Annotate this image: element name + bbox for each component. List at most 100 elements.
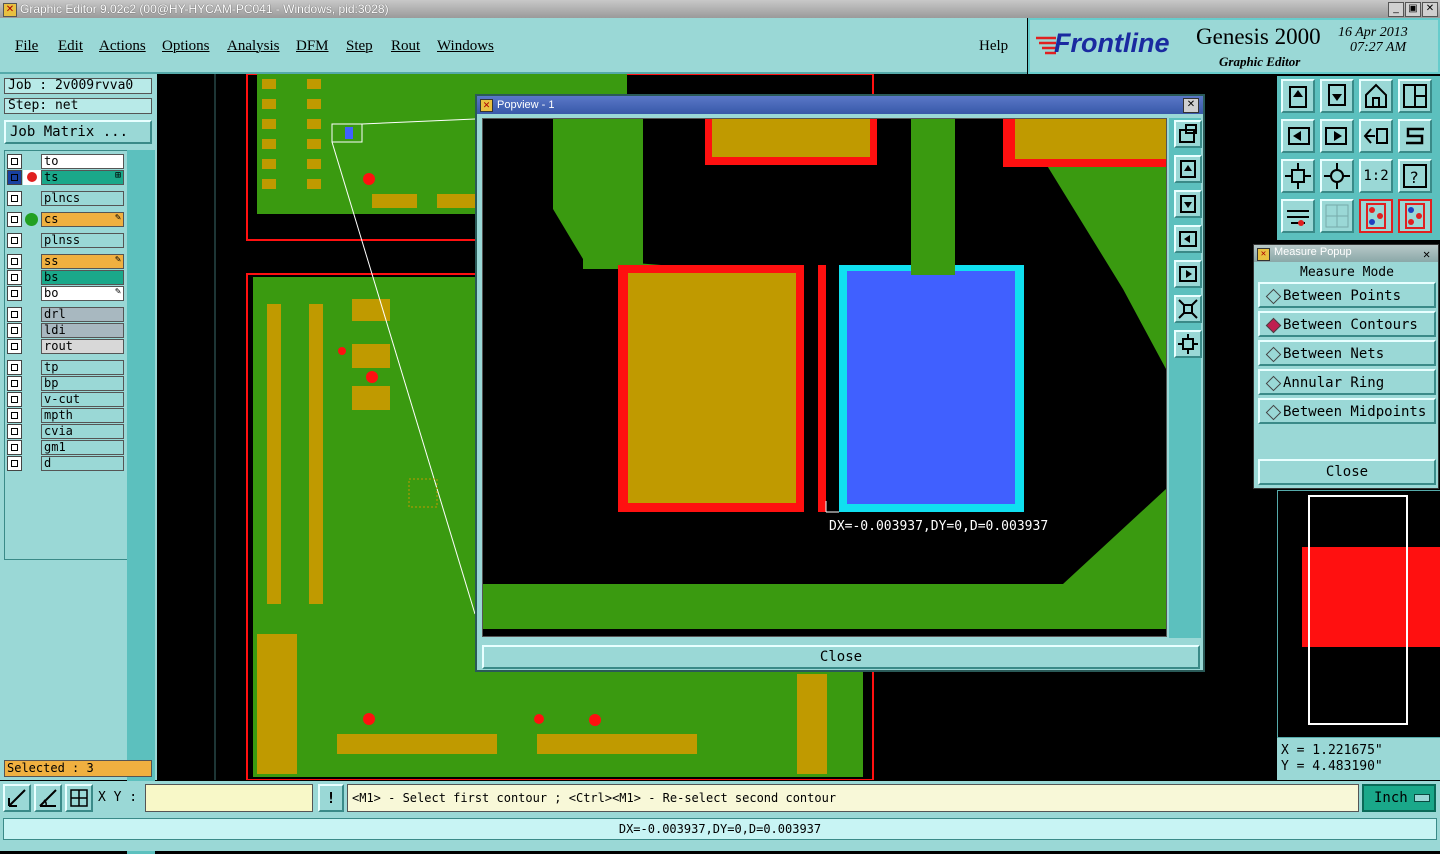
menu-step[interactable]: Step: [346, 38, 373, 55]
menu-options[interactable]: Options: [162, 38, 210, 55]
help-query-icon[interactable]: ?: [1398, 159, 1432, 193]
grid-icon[interactable]: [1320, 199, 1354, 233]
layer-row-ts[interactable]: ts ⊞: [7, 170, 124, 185]
pan-left-icon[interactable]: [1174, 225, 1202, 253]
layer-name[interactable]: gm1: [41, 440, 124, 455]
menu-actions[interactable]: Actions: [99, 38, 146, 55]
home-view-icon[interactable]: [1359, 79, 1393, 113]
layer-name[interactable]: bp: [41, 376, 124, 391]
pan-right-icon[interactable]: [1174, 260, 1202, 288]
layer-name[interactable]: plnss: [41, 233, 124, 248]
menu-edit[interactable]: Edit: [58, 38, 83, 55]
layer-checkbox[interactable]: [7, 440, 22, 455]
zoom-home-icon[interactable]: [1281, 159, 1315, 193]
layer-name[interactable]: rout: [41, 339, 124, 354]
pan-down-view-icon[interactable]: [1320, 79, 1354, 113]
layer-row-bp[interactable]: bp: [7, 376, 124, 391]
measure-option-between-points[interactable]: Between Points: [1258, 282, 1436, 308]
menu-windows[interactable]: Windows: [437, 38, 494, 55]
layer-name[interactable]: bo: [41, 286, 124, 301]
layer-name[interactable]: cvia: [41, 424, 124, 439]
pan-up-icon[interactable]: [1174, 155, 1202, 183]
layer-checkbox[interactable]: [7, 154, 22, 169]
menu-help[interactable]: Help: [979, 38, 1008, 55]
snap-mode-icon[interactable]: [3, 784, 31, 812]
layer-checkbox[interactable]: [7, 323, 22, 338]
popview-close-x-button[interactable]: ✕: [1183, 98, 1199, 113]
layer-checkbox[interactable]: [7, 339, 22, 354]
net-compare-icon[interactable]: [1398, 199, 1432, 233]
layer-checkbox[interactable]: [7, 254, 22, 269]
menu-dfm[interactable]: DFM: [296, 38, 329, 55]
xy-input[interactable]: [145, 784, 313, 812]
layer-checkbox[interactable]: [7, 376, 22, 391]
layer-checkbox[interactable]: [7, 424, 22, 439]
units-selector[interactable]: Inch: [1362, 784, 1436, 812]
overview-map[interactable]: [1277, 490, 1440, 738]
popview-canvas[interactable]: DX=-0.003937,DY=0,D=0.003937: [482, 118, 1167, 637]
measure-option-annular-ring[interactable]: Annular Ring: [1258, 369, 1436, 395]
measure-popup-close-x-button[interactable]: ✕: [1423, 247, 1430, 261]
measure-option-between-midpoints[interactable]: Between Midpoints: [1258, 398, 1436, 424]
pan-up-view-icon[interactable]: [1281, 79, 1315, 113]
layer-checkbox[interactable]: [7, 191, 22, 206]
job-matrix-button[interactable]: Job Matrix ...: [4, 120, 152, 144]
layer-checkbox[interactable]: [7, 270, 22, 285]
layer-checkbox[interactable]: [7, 307, 22, 322]
layer-row-mpth[interactable]: mpth: [7, 408, 124, 423]
zoom-in-icon[interactable]: [1174, 295, 1202, 323]
pan-left-view-icon[interactable]: [1281, 119, 1315, 153]
layer-row-drl[interactable]: drl: [7, 307, 124, 322]
zoom-center-icon[interactable]: [1320, 159, 1354, 193]
layer-row-plnss[interactable]: plnss: [7, 233, 124, 248]
menu-analysis[interactable]: Analysis: [227, 38, 280, 55]
layer-row-cs[interactable]: cs ✎: [7, 212, 124, 227]
layer-row-rout[interactable]: rout: [7, 339, 124, 354]
layer-row-tp[interactable]: tp: [7, 360, 124, 375]
layer-name[interactable]: cs: [41, 212, 124, 227]
layer-row-v-cut[interactable]: v-cut: [7, 392, 124, 407]
layer-row-d[interactable]: d: [7, 456, 124, 471]
layer-checkbox[interactable]: [7, 456, 22, 471]
layer-name[interactable]: bs: [41, 270, 124, 285]
layer-name[interactable]: drl: [41, 307, 124, 322]
layer-name[interactable]: ss: [41, 254, 124, 269]
alert-button[interactable]: !: [318, 784, 344, 812]
layer-name[interactable]: d: [41, 456, 124, 471]
layer-checkbox[interactable]: [7, 360, 22, 375]
menu-rout[interactable]: Rout: [391, 38, 420, 55]
layer-checkbox[interactable]: [7, 392, 22, 407]
layer-row-bs[interactable]: bs: [7, 270, 124, 285]
popview-close-button[interactable]: Close: [482, 645, 1200, 669]
layer-name[interactable]: ts: [41, 170, 124, 185]
layer-name[interactable]: ldi: [41, 323, 124, 338]
zoom-out-icon[interactable]: [1174, 330, 1202, 358]
layer-checkbox[interactable]: [7, 212, 22, 227]
close-window-button[interactable]: ✕: [1422, 2, 1438, 17]
layer-name[interactable]: plncs: [41, 191, 124, 206]
layer-checkbox[interactable]: [7, 233, 22, 248]
layer-row-ldi[interactable]: ldi: [7, 323, 124, 338]
layer-row-gm1[interactable]: gm1: [7, 440, 124, 455]
minimize-button[interactable]: _: [1388, 2, 1404, 17]
measure-option-between-nets[interactable]: Between Nets: [1258, 340, 1436, 366]
layer-name[interactable]: mpth: [41, 408, 124, 423]
layer-row-to[interactable]: to: [7, 154, 124, 169]
maximize-button[interactable]: ▣: [1405, 2, 1421, 17]
layer-row-ss[interactable]: ss ✎: [7, 254, 124, 269]
layer-name[interactable]: to: [41, 154, 124, 169]
layer-panel-scroll-area[interactable]: [127, 150, 155, 854]
pan-down-icon[interactable]: [1174, 190, 1202, 218]
angle-mode-icon[interactable]: [34, 784, 62, 812]
layer-checkbox[interactable]: [7, 408, 22, 423]
pan-right-view-icon[interactable]: [1320, 119, 1354, 153]
measure-option-between-contours[interactable]: Between Contours: [1258, 311, 1436, 337]
layer-checkbox[interactable]: [7, 170, 22, 185]
zoom-1-to-2-icon[interactable]: 1:2: [1359, 159, 1393, 193]
redraw-view-icon[interactable]: [1359, 119, 1393, 153]
zoom-fit-icon[interactable]: [1174, 120, 1202, 148]
split-view-icon[interactable]: [1398, 79, 1432, 113]
layer-name[interactable]: tp: [41, 360, 124, 375]
tools-icon[interactable]: [1281, 199, 1315, 233]
net-highlight-icon[interactable]: [1359, 199, 1393, 233]
